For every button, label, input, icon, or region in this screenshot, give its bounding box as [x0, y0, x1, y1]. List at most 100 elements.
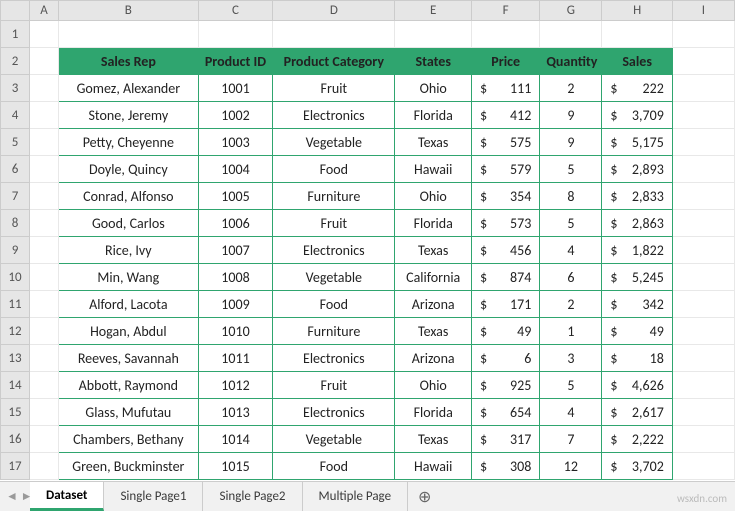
add-sheet-button[interactable]: ⊕ — [408, 482, 441, 511]
header-quantity[interactable]: Quantity — [540, 48, 602, 75]
cell-sales-rep[interactable]: Reeves, Savannah — [58, 345, 198, 372]
cell-states[interactable]: Florida — [395, 102, 472, 129]
cell-quantity[interactable]: 5 — [540, 156, 602, 183]
row-header[interactable]: 1 — [1, 21, 30, 48]
cell-product-category[interactable]: Vegetable — [273, 129, 395, 156]
cell[interactable] — [29, 183, 58, 210]
cell-states[interactable]: Florida — [395, 210, 472, 237]
cell-states[interactable]: California — [395, 264, 472, 291]
row-header[interactable]: 11 — [1, 291, 30, 318]
header-sales_rep[interactable]: Sales Rep — [58, 48, 198, 75]
cell-product-id[interactable]: 1015 — [198, 453, 273, 480]
sheet-tab-single-page1[interactable]: Single Page1 — [104, 482, 203, 511]
cell[interactable] — [29, 156, 58, 183]
cell-sales-rep[interactable]: Glass, Mufutau — [58, 399, 198, 426]
cell-product-id[interactable]: 1006 — [198, 210, 273, 237]
cell[interactable] — [29, 75, 58, 102]
cell-sales[interactable]: $ 5,175 — [602, 129, 672, 156]
cell[interactable] — [672, 102, 734, 129]
cell-product-category[interactable]: Vegetable — [273, 264, 395, 291]
cell[interactable] — [672, 21, 734, 48]
cell-states[interactable]: Ohio — [395, 372, 472, 399]
cell[interactable] — [672, 426, 734, 453]
cell-quantity[interactable]: 8 — [540, 183, 602, 210]
cell-product-id[interactable]: 1002 — [198, 102, 273, 129]
row-header[interactable]: 9 — [1, 237, 30, 264]
row-header[interactable]: 16 — [1, 426, 30, 453]
cell[interactable] — [672, 129, 734, 156]
row-header[interactable]: 15 — [1, 399, 30, 426]
cell-states[interactable]: Texas — [395, 318, 472, 345]
row-header[interactable]: 10 — [1, 264, 30, 291]
cell-quantity[interactable]: 3 — [540, 345, 602, 372]
col-G[interactable]: G — [540, 1, 602, 21]
cell[interactable] — [672, 453, 734, 480]
cell[interactable] — [29, 426, 58, 453]
cell-product-id[interactable]: 1012 — [198, 372, 273, 399]
cell-sales-rep[interactable]: Good, Carlos — [58, 210, 198, 237]
cell[interactable] — [672, 237, 734, 264]
cell-product-id[interactable]: 1013 — [198, 399, 273, 426]
cell[interactable] — [672, 156, 734, 183]
cell-states[interactable]: Arizona — [395, 345, 472, 372]
cell-sales[interactable]: $ 4,626 — [602, 372, 672, 399]
cell-states[interactable]: Arizona — [395, 291, 472, 318]
cell-product-category[interactable]: Electronics — [273, 399, 395, 426]
cell-sales-rep[interactable]: Min, Wang — [58, 264, 198, 291]
cell[interactable] — [672, 48, 734, 75]
cell-product-id[interactable]: 1011 — [198, 345, 273, 372]
cell-sales-rep[interactable]: Green, Buckminster — [58, 453, 198, 480]
cell[interactable] — [672, 291, 734, 318]
cell-product-id[interactable]: 1004 — [198, 156, 273, 183]
cell[interactable] — [29, 210, 58, 237]
cell[interactable] — [672, 399, 734, 426]
cell[interactable] — [29, 264, 58, 291]
cell-product-category[interactable]: Food — [273, 156, 395, 183]
cell-quantity[interactable]: 5 — [540, 372, 602, 399]
cell-price[interactable]: $ 573 — [472, 210, 540, 237]
cell-sales-rep[interactable]: Hogan, Abdul — [58, 318, 198, 345]
cell-sales-rep[interactable]: Gomez, Alexander — [58, 75, 198, 102]
cell[interactable] — [672, 75, 734, 102]
row-header[interactable]: 5 — [1, 129, 30, 156]
cell-product-category[interactable]: Electronics — [273, 237, 395, 264]
cell-sales-rep[interactable]: Doyle, Quincy — [58, 156, 198, 183]
cell[interactable] — [395, 21, 472, 48]
cell-states[interactable]: Florida — [395, 399, 472, 426]
cell-price[interactable]: $ 925 — [472, 372, 540, 399]
cell-states[interactable]: Ohio — [395, 75, 472, 102]
row-header[interactable]: 8 — [1, 210, 30, 237]
cell[interactable] — [29, 102, 58, 129]
cell-sales[interactable]: $ 49 — [602, 318, 672, 345]
cell-price[interactable]: $ 111 — [472, 75, 540, 102]
cell[interactable] — [29, 453, 58, 480]
cell[interactable] — [29, 291, 58, 318]
cell-product-id[interactable]: 1001 — [198, 75, 273, 102]
cell-sales[interactable]: $ 2,863 — [602, 210, 672, 237]
cell[interactable] — [29, 129, 58, 156]
header-states[interactable]: States — [395, 48, 472, 75]
cell-price[interactable]: $ 654 — [472, 399, 540, 426]
cell-states[interactable]: Texas — [395, 426, 472, 453]
cell[interactable] — [29, 21, 58, 48]
cell-quantity[interactable]: 9 — [540, 129, 602, 156]
cell-product-id[interactable]: 1009 — [198, 291, 273, 318]
cell-states[interactable]: Hawaii — [395, 453, 472, 480]
cell-sales[interactable]: $ 2,833 — [602, 183, 672, 210]
cell-price[interactable]: $ 317 — [472, 426, 540, 453]
header-sales[interactable]: Sales — [602, 48, 672, 75]
row-header[interactable]: 12 — [1, 318, 30, 345]
cell-sales-rep[interactable]: Stone, Jeremy — [58, 102, 198, 129]
tab-nav-arrows[interactable]: ◄ ► — [6, 489, 32, 504]
cell-sales[interactable]: $ 222 — [602, 75, 672, 102]
cell[interactable] — [672, 183, 734, 210]
cell-quantity[interactable]: 2 — [540, 291, 602, 318]
col-B[interactable]: B — [58, 1, 198, 21]
col-H[interactable]: H — [602, 1, 672, 21]
cell-sales[interactable]: $ 2,222 — [602, 426, 672, 453]
cell[interactable] — [672, 210, 734, 237]
header-product_id[interactable]: Product ID — [198, 48, 273, 75]
cell-sales[interactable]: $ 18 — [602, 345, 672, 372]
cell[interactable] — [58, 21, 198, 48]
cell-product-category[interactable]: Fruit — [273, 75, 395, 102]
